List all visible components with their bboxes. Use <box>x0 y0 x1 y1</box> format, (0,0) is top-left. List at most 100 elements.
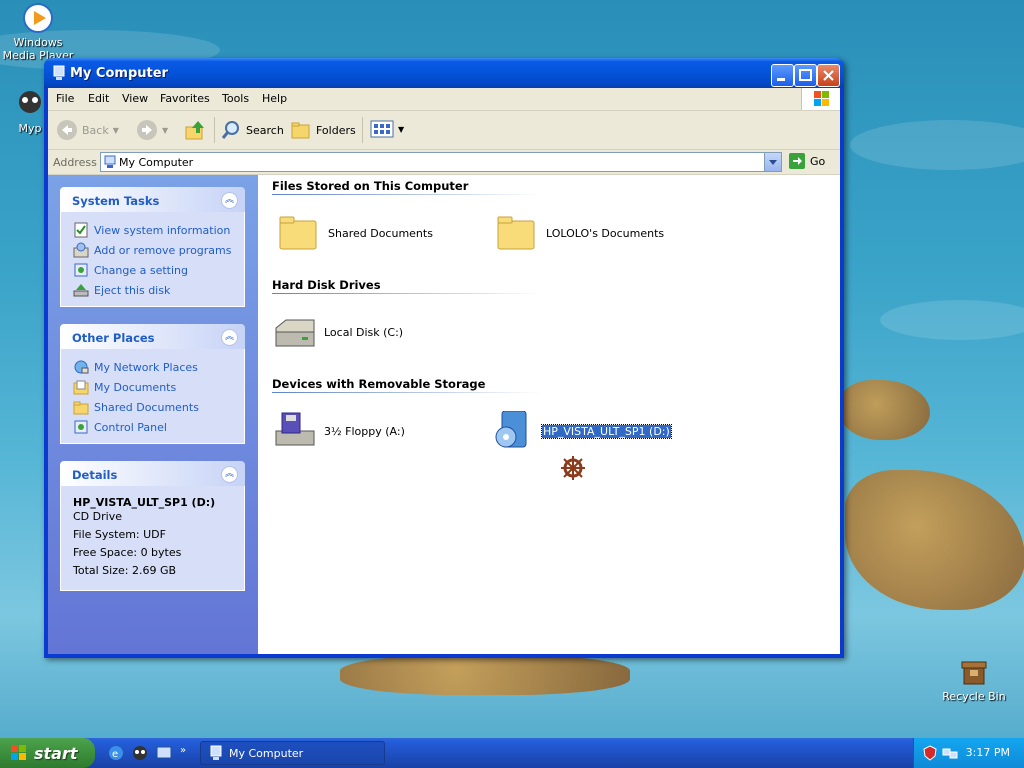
item-shared-documents[interactable]: Shared Documents <box>276 213 433 253</box>
folders-icon <box>291 122 310 139</box>
task-add-remove-programs[interactable]: Add or remove programs <box>61 240 244 260</box>
details-free-space: Free Space: 0 bytes <box>73 546 182 559</box>
eject-icon <box>73 284 89 297</box>
address-input[interactable]: My Computer <box>100 152 782 172</box>
windows-logo-icon <box>801 88 840 110</box>
add-remove-programs-icon <box>73 242 89 258</box>
collapse-chevron-icon[interactable]: ︽ <box>221 466 238 483</box>
place-control-panel[interactable]: Control Panel <box>61 417 244 437</box>
details-total-size: Total Size: 2.69 GB <box>73 564 177 577</box>
computer-icon <box>104 155 116 168</box>
search-button[interactable]: Search <box>220 119 284 141</box>
network-icon[interactable] <box>942 745 958 761</box>
busy-cursor-icon <box>560 455 586 484</box>
menu-view[interactable]: View <box>122 92 148 105</box>
menu-tools[interactable]: Tools <box>222 92 249 105</box>
address-value: My Computer <box>119 156 194 169</box>
background-wave <box>850 120 1024 170</box>
computer-icon <box>210 745 222 760</box>
details-file-system: File System: UDF <box>73 528 166 541</box>
my-documents-icon <box>73 380 89 395</box>
other-places-header[interactable]: Other Places ︽ <box>60 324 245 349</box>
go-arrow-icon <box>789 153 805 169</box>
details-item-type: CD Drive <box>73 510 122 523</box>
go-label: Go <box>810 154 826 168</box>
my-computer-window[interactable]: My Computer File Edit View Favorites Too… <box>44 58 844 658</box>
toolbar-separator <box>214 117 215 143</box>
content-area: System Tasks ︽ View system information A… <box>48 175 840 654</box>
window-title: My Computer <box>70 66 168 81</box>
go-button[interactable]: Go <box>788 152 825 170</box>
cd-drive-icon <box>495 411 527 448</box>
task-eject-disk[interactable]: Eject this disk <box>61 280 244 300</box>
back-button[interactable]: Back ▼ <box>56 119 119 141</box>
quicklaunch-show-desktop-icon[interactable] <box>156 745 172 761</box>
chevron-down-icon <box>769 160 777 165</box>
address-dropdown-button[interactable] <box>764 153 781 171</box>
place-my-documents[interactable]: My Documents <box>61 377 244 397</box>
item-floppy-a[interactable]: 3½ Floppy (A:) <box>272 411 405 451</box>
item-lololo-documents[interactable]: LOLOLO's Documents <box>494 213 664 253</box>
close-button[interactable] <box>817 64 840 87</box>
hard-disk-icon <box>275 319 315 347</box>
address-label: Address <box>53 156 97 169</box>
system-tasks-header[interactable]: System Tasks ︽ <box>60 187 245 212</box>
folders-button[interactable]: Folders <box>290 119 356 141</box>
panel-title: Other Places <box>72 331 155 345</box>
chevron-down-icon: ▼ <box>398 124 405 134</box>
menu-edit[interactable]: Edit <box>88 92 109 105</box>
collapse-chevron-icon[interactable]: ︽ <box>221 329 238 346</box>
group-header-hard-disks: Hard Disk Drives <box>272 278 381 292</box>
back-arrow-icon <box>57 120 77 140</box>
place-my-network-places[interactable]: My Network Places <box>61 357 244 377</box>
task-change-setting[interactable]: Change a setting <box>61 260 244 280</box>
task-view-system-information[interactable]: View system information <box>61 220 244 240</box>
system-info-icon <box>74 222 88 238</box>
item-local-disk-c[interactable]: Local Disk (C:) <box>272 312 403 352</box>
background-wave <box>880 300 1024 340</box>
up-folder-button[interactable] <box>184 119 206 141</box>
place-shared-documents[interactable]: Shared Documents <box>61 397 244 417</box>
desktop-icon-recycle-bin[interactable]: Recycle Bin <box>936 656 1012 703</box>
address-bar: Address My Computer Go <box>48 150 840 175</box>
details-item-name: HP_VISTA_ULT_SP1 (D:) <box>73 496 216 509</box>
taskbar-button-my-computer[interactable]: My Computer <box>200 741 385 765</box>
start-button[interactable]: start <box>0 738 95 768</box>
group-header-files: Files Stored on This Computer <box>272 179 469 193</box>
group-divider <box>272 194 542 195</box>
menu-bar: File Edit View Favorites Tools Help <box>48 88 840 111</box>
collapse-chevron-icon[interactable]: ︽ <box>221 192 238 209</box>
menu-favorites[interactable]: Favorites <box>160 92 210 105</box>
starfish-decoration <box>340 655 630 695</box>
forward-button[interactable]: ▼ <box>136 119 168 141</box>
windows-logo-icon <box>11 745 26 760</box>
starfish-decoration <box>845 470 1024 610</box>
start-label: start <box>34 743 78 763</box>
menu-help[interactable]: Help <box>262 92 287 105</box>
ie-shortcut-icon <box>14 88 46 120</box>
quicklaunch-app-icon[interactable] <box>132 745 148 761</box>
other-places-panel: Other Places ︽ My Network Places My Docu… <box>60 324 245 444</box>
quicklaunch-ie-icon[interactable]: e <box>108 745 124 761</box>
file-list-pane: Files Stored on This Computer Shared Doc… <box>258 175 840 654</box>
menu-file[interactable]: File <box>56 92 74 105</box>
forward-arrow-icon <box>137 120 157 140</box>
details-header[interactable]: Details ︽ <box>60 461 245 486</box>
minimize-button[interactable] <box>771 64 794 87</box>
maximize-button[interactable] <box>794 64 817 87</box>
item-cd-drive-d[interactable]: HP_VISTA_ULT_SP1 (D:) <box>490 411 672 451</box>
up-folder-icon <box>185 121 204 140</box>
group-header-removable: Devices with Removable Storage <box>272 377 486 391</box>
title-bar[interactable]: My Computer <box>44 58 844 88</box>
system-tasks-panel: System Tasks ︽ View system information A… <box>60 187 245 307</box>
desktop-icon-media-player[interactable]: Windows Media Player <box>0 2 76 62</box>
desktop-icon-label: Recycle Bin <box>942 690 1006 703</box>
media-player-icon <box>22 2 54 34</box>
group-divider <box>272 392 542 393</box>
quicklaunch-overflow-icon[interactable]: » <box>180 745 196 761</box>
folder-icon <box>73 401 89 415</box>
views-button[interactable]: ▼ <box>370 119 404 139</box>
security-shield-icon[interactable] <box>922 745 938 761</box>
starfish-decoration <box>840 380 930 440</box>
search-icon <box>221 121 239 139</box>
